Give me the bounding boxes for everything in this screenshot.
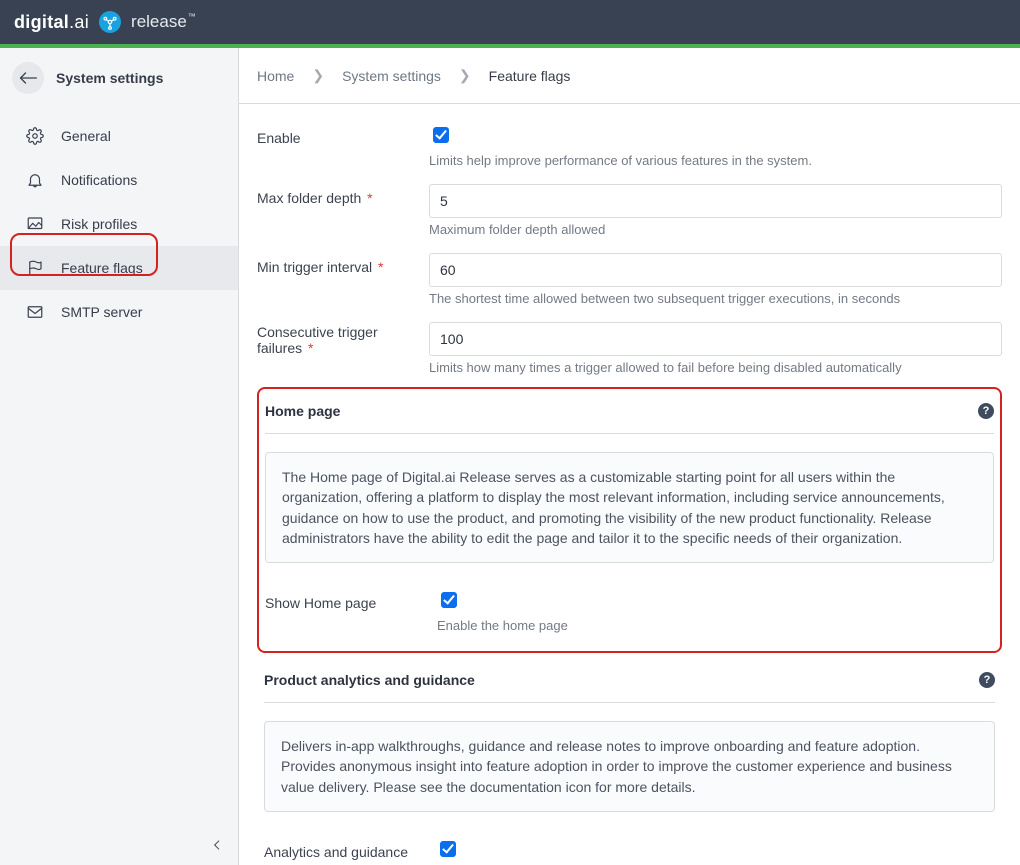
help-icon[interactable]: ? [979, 672, 995, 688]
sidebar-item-notifications[interactable]: Notifications [0, 158, 238, 202]
arrow-left-icon [18, 71, 38, 85]
analytics-title: Product analytics and guidance [264, 672, 475, 688]
home-page-section: Home page ? The Home page of Digital.ai … [257, 387, 1002, 653]
home-page-description: The Home page of Digital.ai Release serv… [265, 452, 994, 563]
top-header: digital.ai release™ [0, 0, 1020, 44]
gear-icon [25, 126, 45, 146]
product-name: release™ [131, 12, 196, 32]
analytics-enable-label: Analytics and guidance [264, 838, 436, 860]
risk-icon [25, 214, 45, 234]
consec-hint: Limits how many times a trigger allowed … [429, 360, 1002, 375]
sidebar-item-smtp-server[interactable]: SMTP server [0, 290, 238, 334]
mail-icon [25, 302, 45, 322]
min-trigger-label: Min trigger interval * [257, 253, 429, 275]
enable-limits-checkbox[interactable] [433, 127, 449, 143]
flag-icon [25, 258, 45, 278]
sidebar-title: System settings [56, 70, 163, 86]
show-homepage-checkbox[interactable] [441, 592, 457, 608]
consec-input[interactable] [429, 322, 1002, 356]
max-depth-hint: Maximum folder depth allowed [429, 222, 1002, 237]
enable-label: Enable [257, 124, 429, 146]
sidebar-item-general[interactable]: General [0, 114, 238, 158]
breadcrumb-system-settings[interactable]: System settings [342, 68, 441, 84]
chevron-right-icon: ❯ [459, 67, 471, 84]
sidebar-item-label: Notifications [61, 172, 137, 188]
min-trigger-input[interactable] [429, 253, 1002, 287]
sidebar-item-risk-profiles[interactable]: Risk profiles [0, 202, 238, 246]
collapse-sidebar-button[interactable] [210, 838, 224, 857]
home-page-title: Home page [265, 403, 340, 419]
max-depth-input[interactable] [429, 184, 1002, 218]
sidebar-item-label: Risk profiles [61, 216, 137, 232]
enable-limits-hint: Limits help improve performance of vario… [429, 153, 1002, 168]
show-homepage-hint: Enable the home page [437, 618, 994, 633]
breadcrumb-current: Feature flags [489, 68, 571, 84]
hub-icon [99, 11, 121, 33]
analytics-description: Delivers in-app walkthroughs, guidance a… [264, 721, 995, 812]
chevron-right-icon: ❯ [312, 67, 324, 84]
back-button[interactable] [12, 62, 44, 94]
consec-label: Consecutive trigger failures * [257, 322, 429, 356]
show-homepage-label: Show Home page [265, 589, 437, 611]
sidebar: System settings General Notifications Ri… [0, 48, 239, 865]
sidebar-item-label: SMTP server [61, 304, 142, 320]
breadcrumb-home[interactable]: Home [257, 68, 294, 84]
bell-icon [25, 170, 45, 190]
help-icon[interactable]: ? [978, 403, 994, 419]
sidebar-item-label: General [61, 128, 111, 144]
sidebar-item-label: Feature flags [61, 260, 143, 276]
analytics-section: Product analytics and guidance ? Deliver… [257, 659, 1002, 865]
sidebar-item-feature-flags[interactable]: Feature flags [0, 246, 238, 290]
main-panel: Home ❯ System settings ❯ Feature flags E… [239, 48, 1020, 865]
max-depth-label: Max folder depth * [257, 184, 429, 206]
min-trigger-hint: The shortest time allowed between two su… [429, 291, 1002, 306]
brand-wordmark: digital.ai [14, 12, 89, 33]
breadcrumb: Home ❯ System settings ❯ Feature flags [239, 48, 1020, 104]
analytics-enable-checkbox[interactable] [440, 841, 456, 857]
